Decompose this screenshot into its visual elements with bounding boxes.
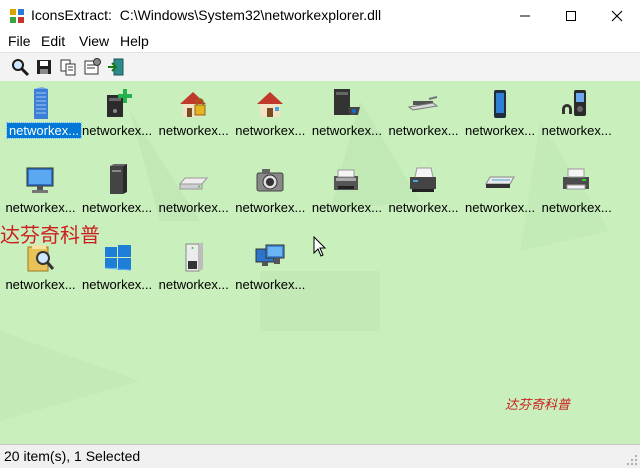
icon-item[interactable]: networkex... [232, 83, 309, 153]
status-text: 20 item(s), 1 Selected [4, 448, 140, 464]
icon-item[interactable]: networkex... [308, 83, 385, 153]
server-icon [177, 241, 209, 273]
icon-item[interactable]: networkex... [538, 83, 615, 153]
drive-icon [177, 164, 209, 196]
icon-item[interactable]: networkex... [462, 83, 539, 153]
resize-grip-icon[interactable] [626, 454, 638, 466]
home-icon [254, 87, 286, 119]
menu-view[interactable]: View [79, 33, 109, 49]
icon-item[interactable]: networkex... [462, 160, 539, 230]
windows-logo-icon [101, 241, 133, 273]
copy-icon[interactable] [58, 57, 78, 77]
icon-item-label: networkex... [462, 200, 539, 215]
add-device-icon [101, 87, 133, 119]
menu-bar: File Edit View Help [0, 32, 640, 52]
icon-item-label: networkex... [2, 277, 79, 292]
printer-icon [407, 164, 439, 196]
icon-item[interactable]: networkex... [308, 160, 385, 230]
minimize-button[interactable] [502, 0, 548, 32]
window-title: IconsExtract: C:\Windows\System32\networ… [31, 7, 381, 23]
icon-item-label: networkex... [79, 277, 156, 292]
phone-icon [484, 87, 516, 119]
icon-item[interactable]: networkex... [155, 83, 232, 153]
scanner-icon [484, 164, 516, 196]
file-path: C:\Windows\System32\networkexplorer.dll [120, 7, 381, 23]
fax-printer-icon [330, 164, 362, 196]
music-player-icon [560, 87, 592, 119]
status-bar: 20 item(s), 1 Selected [0, 444, 640, 468]
icon-item-label: networkex... [79, 200, 156, 215]
watermark-text-bottom: 达芬奇科普 [505, 394, 570, 413]
icon-item-label: networkex... [538, 123, 615, 138]
icon-list-view[interactable]: networkex...networkex...networkex...netw… [0, 81, 640, 444]
icon-item[interactable]: networkex... [385, 83, 462, 153]
icon-item[interactable]: networkex... [232, 160, 309, 230]
icon-item-label: networkex... [2, 200, 79, 215]
printer-alt-icon [560, 164, 592, 196]
icon-item-label: networkex... [385, 200, 462, 215]
icon-item-label: networkex... [232, 277, 309, 292]
maximize-button[interactable] [548, 0, 594, 32]
keyboard-icon [407, 87, 439, 119]
app-icon [9, 8, 25, 24]
maximize-icon [565, 10, 577, 22]
menu-help[interactable]: Help [120, 33, 149, 49]
dual-monitor-icon [254, 241, 286, 273]
icon-item-label: networkex... [308, 123, 385, 138]
icon-item-label: networkex... [308, 200, 385, 215]
icon-item-label: networkex... [462, 123, 539, 138]
monitor-icon [24, 164, 56, 196]
icon-item[interactable]: networkex... [79, 83, 156, 153]
tower-pc-icon [101, 164, 133, 196]
icon-item[interactable]: networkex... [2, 83, 79, 153]
icon-item-label: networkex... [232, 200, 309, 215]
save-icon[interactable] [34, 57, 54, 77]
menu-edit[interactable]: Edit [41, 33, 65, 49]
icon-item-label: networkex... [155, 200, 232, 215]
toolbar [0, 52, 640, 82]
icon-item[interactable]: networkex... [538, 160, 615, 230]
close-icon [611, 10, 623, 22]
icon-item-label: networkex... [385, 123, 462, 138]
icon-item[interactable]: networkex... [232, 237, 309, 307]
close-button[interactable] [594, 0, 640, 32]
icon-item[interactable]: networkex... [385, 160, 462, 230]
icon-item-label: networkex... [79, 123, 156, 138]
watermark-text-top: 达芬奇科普 [0, 219, 100, 248]
properties-icon[interactable] [82, 57, 102, 77]
network-building-icon [24, 87, 56, 119]
search-icon[interactable] [10, 57, 30, 77]
exit-icon[interactable] [106, 57, 126, 77]
title-bar: IconsExtract: C:\Windows\System32\networ… [0, 0, 640, 32]
icon-item[interactable]: networkex... [155, 237, 232, 307]
app-name: IconsExtract: [31, 7, 112, 23]
icon-item-label: networkex... [155, 277, 232, 292]
icon-item-label: networkex... [7, 123, 81, 138]
icon-item[interactable]: networkex... [155, 160, 232, 230]
home-lock-icon [177, 87, 209, 119]
minimize-icon [519, 10, 531, 22]
mouse-cursor-icon [313, 236, 327, 258]
camera-icon [254, 164, 286, 196]
icon-item-label: networkex... [232, 123, 309, 138]
media-device-icon [330, 87, 362, 119]
menu-file[interactable]: File [8, 33, 31, 49]
icon-item-label: networkex... [155, 123, 232, 138]
icon-item-label: networkex... [538, 200, 615, 215]
